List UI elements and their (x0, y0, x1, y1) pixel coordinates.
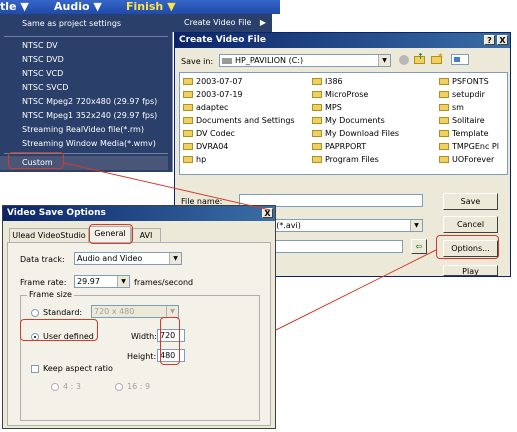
callout-line-options (275, 249, 437, 331)
callout-lines (63, 162, 437, 331)
callout-line-custom (63, 162, 271, 211)
